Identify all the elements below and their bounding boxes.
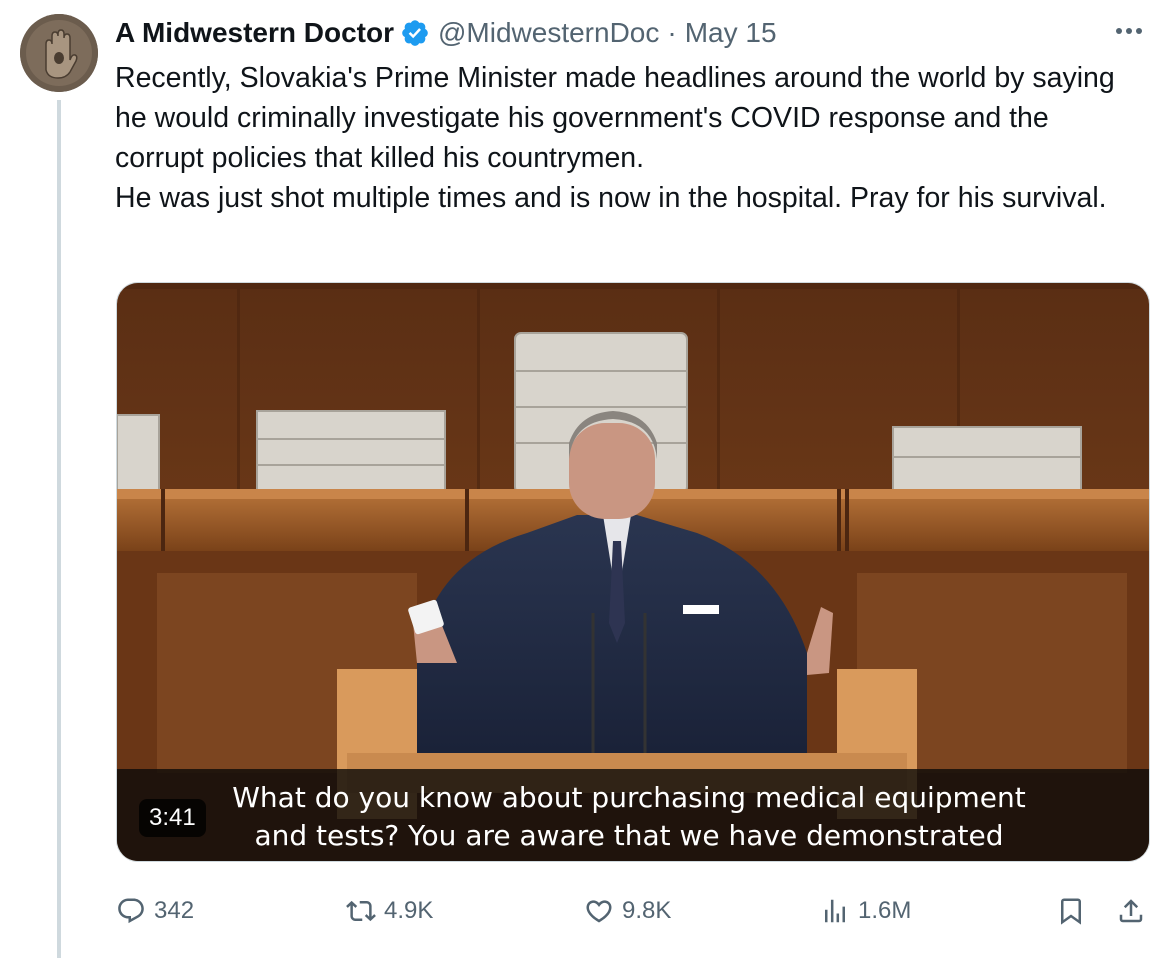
- views-button[interactable]: 1.6M: [820, 888, 911, 934]
- subtitle-line: What do you know about purchasing medica…: [232, 781, 1026, 814]
- subtitle-line: and tests? You are aware that we have de…: [254, 819, 1004, 852]
- bookmark-button[interactable]: [1056, 888, 1086, 934]
- video-player[interactable]: What do you know about purchasing medica…: [116, 282, 1150, 862]
- tweet-paragraph: Recently, Slovakia's Prime Minister made…: [115, 62, 1115, 174]
- author-handle[interactable]: @MidwesternDoc: [438, 17, 659, 49]
- heart-icon: [586, 900, 612, 923]
- video-duration-badge: 3:41: [139, 799, 206, 837]
- like-button[interactable]: 9.8K: [584, 888, 671, 934]
- thread-connector-line: [57, 100, 61, 958]
- tweet-paragraph: He was just shot multiple times and is n…: [115, 182, 1107, 214]
- repost-count: 4.9K: [384, 897, 434, 924]
- tweet-header: A Midwestern Doctor @MidwesternDoc · May…: [115, 14, 777, 52]
- more-options-button[interactable]: [1112, 16, 1146, 46]
- share-button[interactable]: [1116, 888, 1146, 934]
- author-name[interactable]: A Midwestern Doctor: [115, 17, 394, 49]
- author-avatar[interactable]: [20, 14, 98, 92]
- hand-sculpture-icon: [20, 14, 98, 92]
- reply-button[interactable]: 342: [116, 888, 194, 934]
- bookmark-icon: [1061, 898, 1081, 925]
- views-count: 1.6M: [858, 897, 912, 924]
- views-bar-chart-icon: [825, 899, 845, 923]
- ellipsis-icon: [1116, 28, 1142, 34]
- repost-icon: [346, 900, 376, 922]
- verified-badge-icon: [402, 20, 428, 46]
- repost-button[interactable]: 4.9K: [346, 888, 433, 934]
- tweet-actions-bar: 342 4.9K 9.8K 1.6M: [116, 888, 1156, 934]
- video-subtitle: What do you know about purchasing medica…: [213, 779, 1045, 855]
- like-count: 9.8K: [622, 897, 672, 924]
- reply-count: 342: [154, 897, 195, 924]
- reply-bubble-icon: [118, 898, 144, 924]
- tweet-card: A Midwestern Doctor @MidwesternDoc · May…: [0, 0, 1164, 958]
- header-separator: ·: [667, 17, 677, 48]
- tweet-date[interactable]: May 15: [685, 17, 777, 49]
- share-upload-icon: [1119, 899, 1143, 923]
- tweet-text: Recently, Slovakia's Prime Minister made…: [115, 58, 1135, 218]
